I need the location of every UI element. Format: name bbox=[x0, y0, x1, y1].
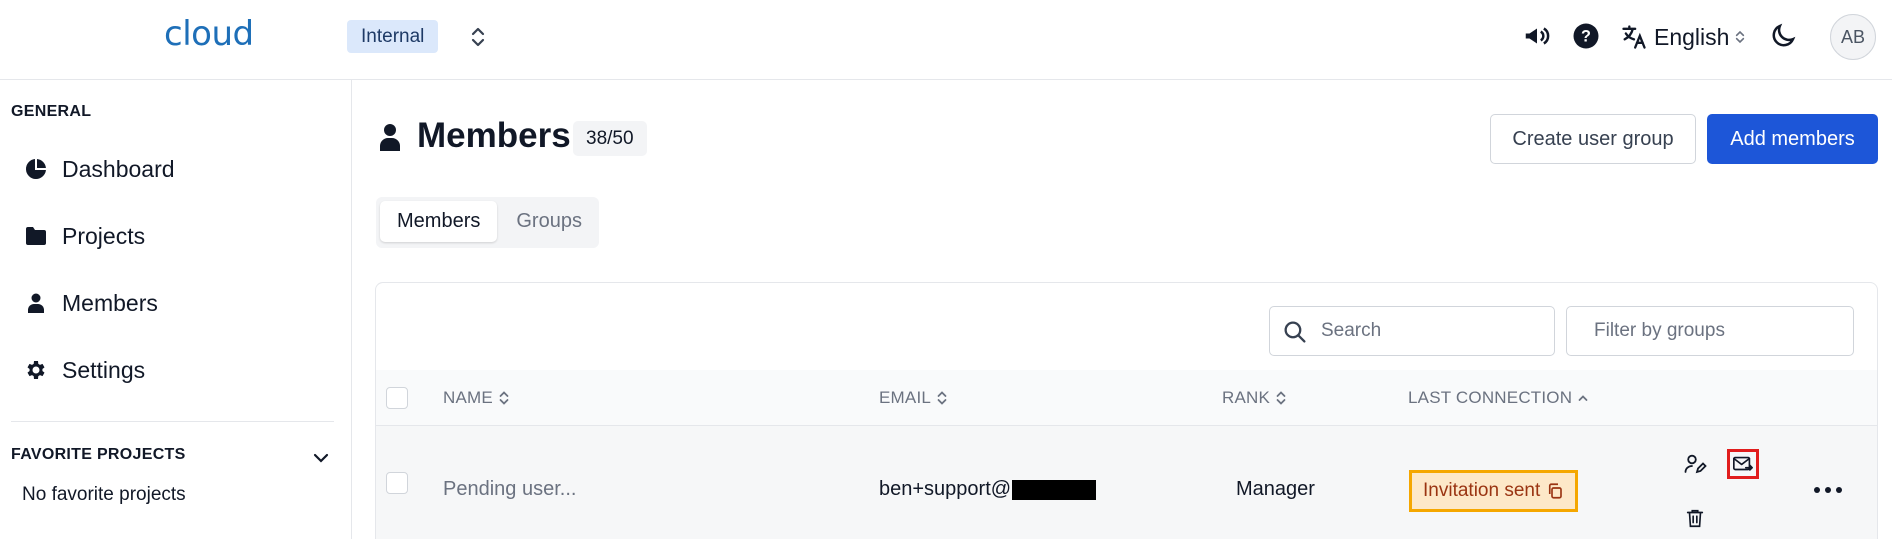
tab-groups[interactable]: Groups bbox=[499, 201, 599, 242]
copy-icon bbox=[1549, 483, 1563, 499]
sidebar-section-general: GENERAL bbox=[11, 103, 92, 120]
resend-invitation-icon[interactable] bbox=[1727, 449, 1759, 479]
members-icon bbox=[378, 121, 402, 153]
sort-icon bbox=[499, 391, 509, 405]
org-switch-icon[interactable] bbox=[467, 24, 489, 50]
sidebar-section-favorites: FAVORITE PROJECTS bbox=[11, 446, 186, 463]
filter-by-groups[interactable] bbox=[1566, 306, 1854, 356]
org-badge[interactable]: Internal bbox=[347, 20, 439, 53]
trash-icon[interactable] bbox=[1681, 504, 1709, 532]
sidebar-item-members[interactable]: Members bbox=[24, 283, 158, 323]
app-logo[interactable]: cloud bbox=[164, 14, 254, 54]
column-header-rank[interactable]: RANK bbox=[1222, 370, 1287, 426]
status-label: Invitation sent bbox=[1423, 480, 1541, 501]
column-label: EMAIL bbox=[879, 388, 932, 407]
chevron-updown-icon bbox=[1736, 30, 1745, 44]
invitation-status-badge[interactable]: Invitation sent bbox=[1409, 470, 1579, 512]
column-label: LAST CONNECTION bbox=[1408, 388, 1573, 407]
top-bar: cloud Internal ? English AB bbox=[0, 0, 1892, 80]
member-email: ben+support@ bbox=[879, 478, 1012, 500]
edit-user-icon[interactable] bbox=[1681, 450, 1709, 478]
sidebar-item-dashboard[interactable]: Dashboard bbox=[24, 149, 175, 189]
member-email-cell: ben+support@ bbox=[879, 478, 1097, 501]
row-checkbox[interactable] bbox=[386, 472, 408, 494]
language-label: English bbox=[1654, 23, 1730, 50]
sidebar-item-label: Members bbox=[62, 289, 158, 316]
search-box[interactable] bbox=[1269, 306, 1555, 356]
sort-ascending-icon bbox=[1578, 395, 1588, 401]
avatar[interactable]: AB bbox=[1830, 14, 1876, 60]
select-all-checkbox[interactable] bbox=[386, 387, 408, 409]
search-icon bbox=[1284, 321, 1306, 343]
filter-input[interactable] bbox=[1594, 320, 1794, 342]
column-header-name[interactable]: NAME bbox=[443, 370, 510, 426]
chevron-down-icon[interactable] bbox=[310, 447, 332, 469]
redacted-domain bbox=[1012, 479, 1097, 500]
sidebar: GENERAL Dashboard Projects Members Setti… bbox=[0, 80, 352, 539]
column-header-email[interactable]: EMAIL bbox=[879, 370, 948, 426]
member-name: Pending user... bbox=[443, 478, 577, 500]
user-icon bbox=[28, 293, 44, 313]
favorites-empty-text: No favorite projects bbox=[22, 484, 186, 505]
tab-members[interactable]: Members bbox=[380, 201, 498, 242]
sort-icon bbox=[937, 391, 947, 405]
table-row[interactable]: Pending user... ben+support@ Manager Inv… bbox=[376, 426, 1877, 539]
more-options-icon[interactable] bbox=[1811, 478, 1845, 502]
tab-bar: Members Groups bbox=[376, 197, 599, 248]
sidebar-item-projects[interactable]: Projects bbox=[24, 216, 145, 256]
pie-chart-icon bbox=[26, 159, 46, 179]
search-input[interactable] bbox=[1321, 320, 1521, 342]
language-selector[interactable]: English bbox=[1620, 20, 1745, 54]
dark-mode-icon[interactable] bbox=[1768, 21, 1798, 51]
folder-icon bbox=[26, 227, 46, 245]
create-user-group-button[interactable]: Create user group bbox=[1490, 114, 1696, 164]
table-header: NAME EMAIL RANK LAST CONNECTION bbox=[376, 370, 1877, 426]
translate-icon bbox=[1622, 25, 1646, 49]
page-title: Members bbox=[417, 116, 571, 155]
members-table-card: NAME EMAIL RANK LAST CONNECTION Pending … bbox=[375, 282, 1878, 539]
add-members-button[interactable]: Add members bbox=[1707, 114, 1878, 164]
sidebar-item-label: Dashboard bbox=[62, 155, 175, 182]
sidebar-item-label: Projects bbox=[62, 222, 146, 249]
member-rank: Manager bbox=[1236, 478, 1315, 500]
megaphone-icon[interactable] bbox=[1522, 21, 1552, 51]
help-icon[interactable]: ? bbox=[1571, 21, 1601, 51]
sidebar-divider bbox=[11, 421, 334, 422]
column-label: RANK bbox=[1222, 388, 1271, 407]
gear-icon bbox=[27, 361, 45, 379]
sidebar-item-label: Settings bbox=[62, 356, 146, 383]
member-count-badge: 38/50 bbox=[573, 121, 647, 156]
sort-icon bbox=[1276, 391, 1286, 405]
column-label: NAME bbox=[443, 388, 493, 407]
svg-text:?: ? bbox=[1581, 28, 1591, 46]
column-header-last-connection[interactable]: LAST CONNECTION bbox=[1408, 370, 1589, 426]
sidebar-item-settings[interactable]: Settings bbox=[24, 350, 145, 390]
